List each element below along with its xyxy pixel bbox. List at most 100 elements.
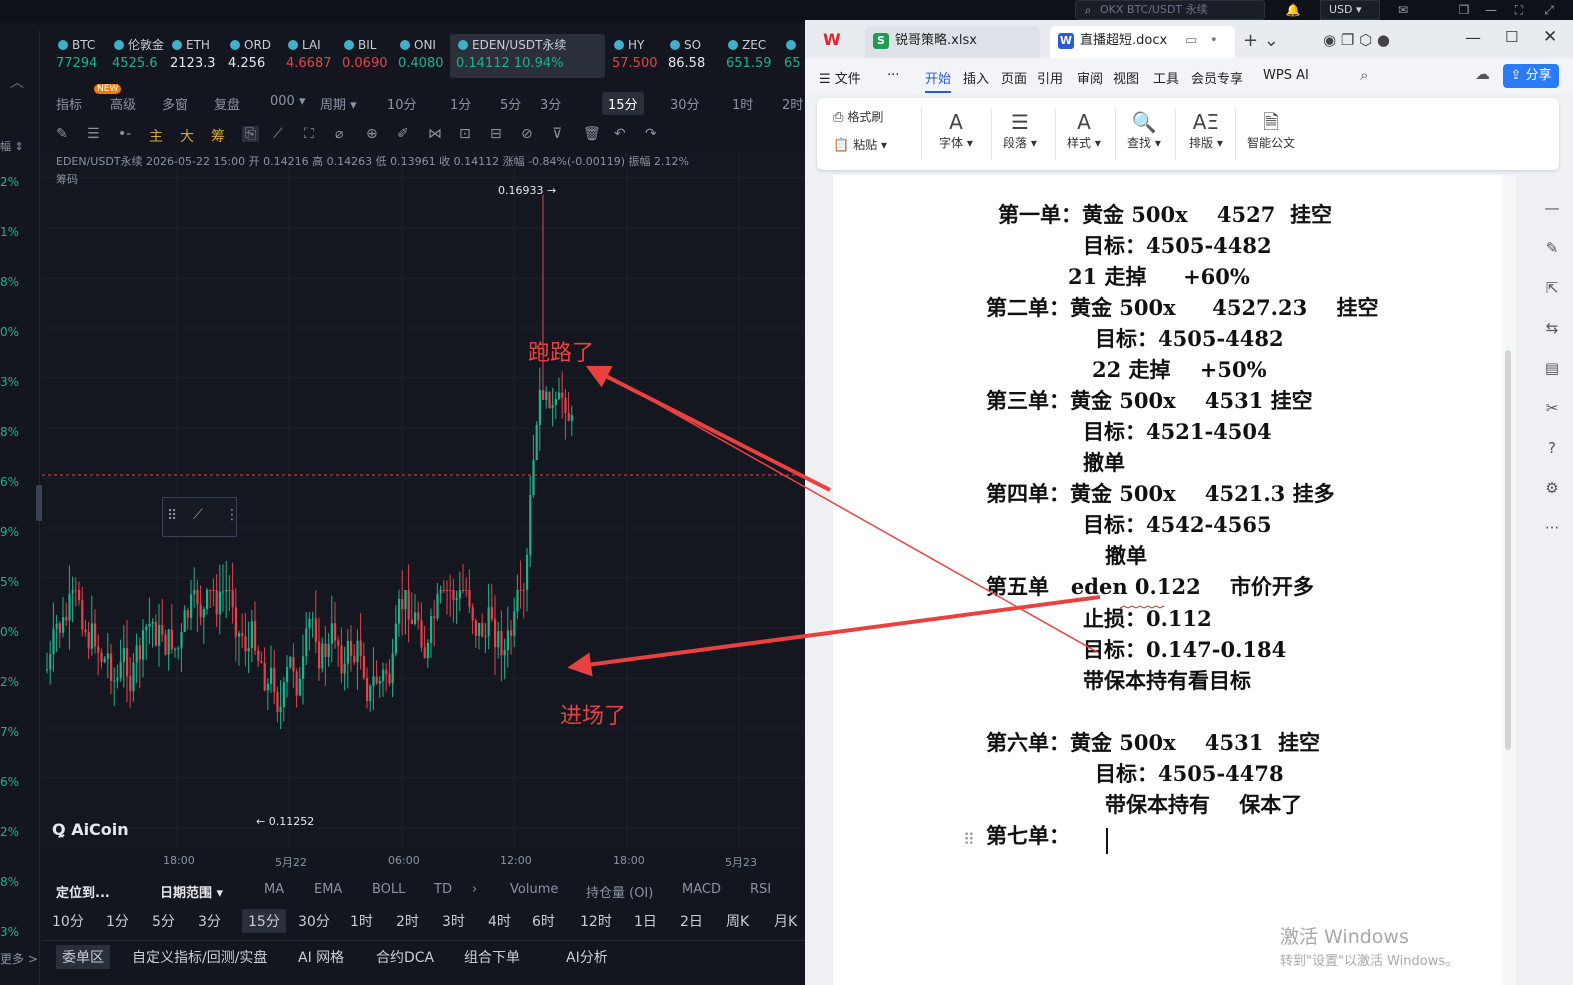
bottom-tab[interactable]: 委单区	[56, 945, 110, 969]
toolbar-item[interactable]: 复盘	[214, 94, 240, 113]
ticker-item[interactable]: ORD 4.256	[228, 36, 282, 76]
toolbar-item[interactable]: 高级	[110, 94, 136, 113]
indicator-tab[interactable]: 持仓量 (OI)	[586, 882, 653, 901]
menu-item[interactable]: ···	[887, 68, 899, 83]
draw-tool-icon[interactable]: ⎘	[242, 126, 260, 142]
ticker-item[interactable]: ONI 0.4080	[398, 36, 452, 76]
minimize-icon[interactable]: —	[1465, 28, 1481, 47]
ribbon-button[interactable]: 🗎 智能公文	[1247, 110, 1295, 151]
bottom-tab[interactable]: AI分析	[566, 947, 608, 967]
ticker-item[interactable]: HY 57.500	[612, 36, 666, 76]
toolbar-item[interactable]: 多窗	[162, 94, 188, 113]
cloud-sync-icon[interactable]: ☁	[1475, 65, 1490, 83]
wps-logo-icon[interactable]: W	[823, 30, 845, 50]
app-icons[interactable]: ◉ ❐ ⬡ ●	[1323, 31, 1390, 49]
candlestick-chart[interactable]	[42, 150, 805, 850]
more-link[interactable]: 更多 >	[0, 950, 38, 967]
draw-tool-icon[interactable]: 筹	[211, 126, 225, 146]
menu-item[interactable]: 审阅	[1077, 68, 1103, 87]
ticker-item[interactable]: 伦敦金 4525.6	[112, 36, 166, 76]
indicator-tab[interactable]: RSI	[750, 882, 771, 897]
ribbon-button[interactable]: ⎙ 格式刷	[833, 108, 883, 125]
toolbar-item[interactable]: 000 ▾	[270, 94, 305, 109]
file-tab-docx[interactable]: W 直播超短.docx ▭ •	[1050, 26, 1235, 58]
menu-item[interactable]: 插入	[963, 68, 989, 87]
sidebar-tool-icon[interactable]: ✂	[1541, 397, 1563, 419]
draw-tool-icon[interactable]: 大	[180, 126, 194, 146]
new-tab-icon[interactable]: + ⌄	[1243, 30, 1279, 51]
draw-tool-icon[interactable]: ↶	[614, 126, 626, 142]
sidebar-tool-icon[interactable]: ▤	[1541, 357, 1563, 379]
sidebar-tool-icon[interactable]: ···	[1541, 517, 1563, 539]
draw-tool-icon[interactable]: ⟋	[273, 126, 283, 142]
draw-tool-icon[interactable]: ⊡	[459, 126, 471, 142]
symbol-search-input[interactable]: OKX BTC/USDT 永续	[1075, 0, 1265, 20]
toolbar-item[interactable]: 2时	[782, 94, 803, 113]
bottom-tab[interactable]: 合约DCA	[376, 947, 434, 967]
bottom-tab[interactable]: 组合下单	[464, 947, 520, 967]
toolbar-item[interactable]: 3分	[540, 94, 561, 113]
document-page[interactable]: 第一单：黄金 500x 4527 挂空 目标：4505-4482 21 走掉 +60…	[833, 175, 1503, 985]
period-tab[interactable]: 1日	[634, 911, 657, 931]
line-tool-icon[interactable]: ⟋	[193, 507, 203, 523]
toolbar-item[interactable]: 5分	[500, 94, 521, 113]
period-tab[interactable]: 30分	[298, 911, 330, 931]
sidebar-tool-icon[interactable]: ✎	[1541, 237, 1563, 259]
indicator-tab[interactable]: BOLL	[372, 882, 405, 897]
ticker-item[interactable]: ETH 2123.3	[170, 36, 224, 76]
draw-tool-icon[interactable]: ⊕	[366, 126, 378, 142]
indicator-tab[interactable]: EMA	[314, 882, 342, 897]
toolbar-item[interactable]: 周期 ▾	[320, 94, 357, 113]
floating-draw-tools[interactable]: ⠿ ⟋ ⋮	[162, 497, 239, 537]
scroll-thumb[interactable]	[1505, 350, 1511, 750]
file-tab-xlsx[interactable]: S 锐哥策略.xlsx	[865, 26, 1040, 58]
indicator-tab[interactable]: ›	[472, 882, 477, 897]
draw-tool-icon[interactable]: ⊘	[521, 126, 533, 142]
draw-tool-icon[interactable]: ⛶	[304, 126, 314, 142]
ticker-item[interactable]: BIL 0.0690	[342, 36, 396, 76]
expand-icon[interactable]: ⤢	[1540, 1, 1558, 19]
period-tab[interactable]: 10分	[52, 911, 84, 931]
close-icon[interactable]: ✕	[1543, 27, 1557, 47]
menu-item[interactable]: 会员专享	[1191, 68, 1243, 87]
settings-handle-icon[interactable]: ⋮	[225, 507, 239, 523]
period-tab[interactable]: 15分	[242, 909, 286, 933]
maximize-icon[interactable]: ☐	[1505, 28, 1518, 46]
period-tab[interactable]: 5分	[152, 911, 175, 931]
fullscreen-icon[interactable]: ⛶	[1510, 1, 1528, 19]
draw-tool-icon[interactable]: 主	[149, 126, 163, 146]
ticker-item[interactable]: BTC 77294	[56, 36, 110, 76]
period-tab[interactable]: 12时	[580, 911, 612, 931]
toolbar-item[interactable]: 30分	[670, 94, 700, 113]
close-tab-icon[interactable]: •	[1210, 26, 1218, 56]
ribbon-button[interactable]: A 样式 ▾	[1067, 110, 1101, 151]
window-icon[interactable]: ❐	[1455, 1, 1473, 19]
indicator-tab[interactable]: Volume	[510, 882, 558, 897]
bell-icon[interactable]: 🔔	[1282, 1, 1304, 19]
toolbar-item[interactable]: 1分	[450, 94, 471, 113]
toolbar-item[interactable]: 10分	[387, 94, 417, 113]
ribbon-button[interactable]: 📋 粘贴 ▾	[833, 136, 887, 153]
toolbar-item[interactable]: 1时	[732, 94, 753, 113]
ticker-item[interactable]: ZEC 651.59	[726, 36, 780, 76]
draw-tool-icon[interactable]: ✐	[397, 126, 409, 142]
indicator-tab[interactable]: MA	[264, 882, 284, 897]
toolbar-item[interactable]: 指标	[56, 94, 82, 113]
mail-icon[interactable]: ✉	[1392, 1, 1414, 19]
period-tab[interactable]: 4时	[488, 911, 511, 931]
menu-item[interactable]: 视图	[1113, 68, 1139, 87]
ribbon-button[interactable]: AΞ 排版 ▾	[1189, 110, 1223, 151]
search-icon[interactable]: ⌕	[1360, 66, 1368, 84]
ribbon-button[interactable]: A 字体 ▾	[939, 110, 973, 151]
sidebar-tool-icon[interactable]: ⚙	[1541, 477, 1563, 499]
draw-tool-icon[interactable]: ↷	[645, 126, 657, 142]
chevron-up-icon[interactable]: ︿	[10, 72, 24, 92]
menu-item[interactable]: 页面	[1001, 68, 1027, 87]
period-tab[interactable]: 3时	[442, 911, 465, 931]
indicator-tab[interactable]: MACD	[682, 882, 721, 897]
draw-tool-icon[interactable]: ⋈	[428, 126, 442, 142]
ribbon-button[interactable]: ☰ 段落 ▾	[1003, 110, 1037, 151]
period-tab[interactable]: 2日	[680, 911, 703, 931]
draw-tool-icon[interactable]: •-	[118, 126, 131, 142]
bottom-tab[interactable]: 自定义指标/回测/实盘	[132, 947, 267, 967]
